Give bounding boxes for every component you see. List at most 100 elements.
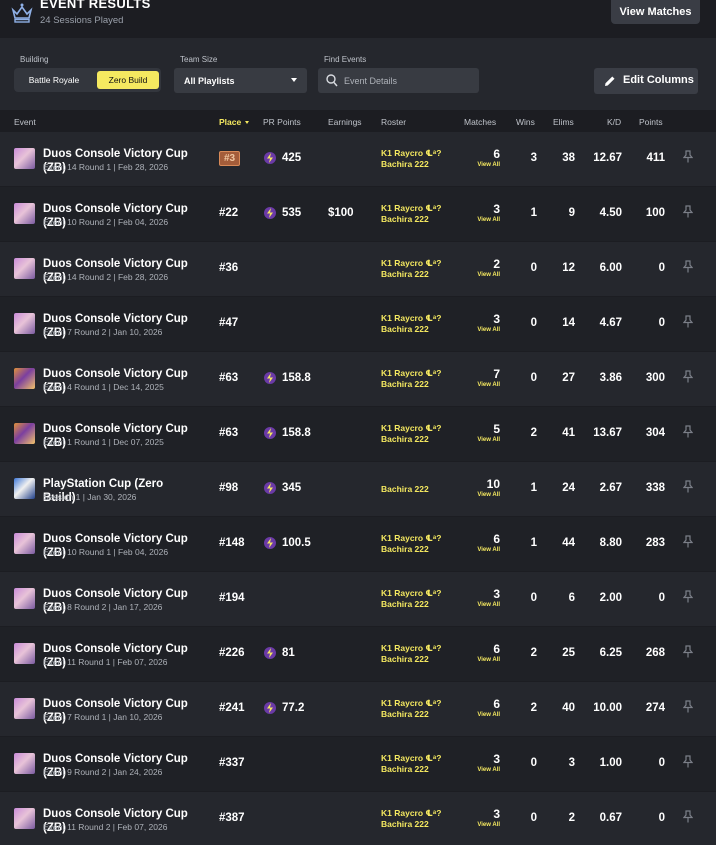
roster-player[interactable]: K1 Raycro ℄ᵃ? xyxy=(381,258,441,269)
col-elims[interactable]: Elims xyxy=(553,117,574,127)
view-all-link[interactable]: View All xyxy=(477,327,500,333)
pin-icon[interactable] xyxy=(683,315,693,328)
view-all-link[interactable]: View All xyxy=(477,492,500,498)
view-all-link[interactable]: View All xyxy=(477,162,500,168)
roster-player[interactable]: Bachira 222 xyxy=(381,654,441,665)
sort-desc-icon xyxy=(245,121,250,125)
roster-player[interactable]: K1 Raycro ℄ᵃ? xyxy=(381,423,441,434)
points-value: 0 xyxy=(658,812,665,824)
team-size-select[interactable]: All Playlists xyxy=(174,68,307,93)
kd-value: 6.00 xyxy=(599,262,622,274)
points-value: 300 xyxy=(645,372,665,384)
roster-player[interactable]: K1 Raycro ℄ᵃ? xyxy=(381,753,441,764)
kd-value: 1.00 xyxy=(599,757,622,769)
view-all-link[interactable]: View All xyxy=(477,822,500,828)
view-all-link[interactable]: View All xyxy=(477,547,500,553)
col-place[interactable]: Place xyxy=(219,117,250,127)
table-row[interactable]: Duos Console Victory Cup (ZB) Event 9 Rou… xyxy=(0,737,716,791)
view-all-link[interactable]: View All xyxy=(477,657,500,663)
search-icon xyxy=(326,74,338,87)
view-all-link[interactable]: View All xyxy=(477,217,500,223)
col-points[interactable]: Points xyxy=(639,117,663,127)
building-label: Building xyxy=(20,55,49,64)
table-row[interactable]: Duos Console Victory Cup (ZB) Event 10 Ro… xyxy=(0,187,716,241)
battle-royale-option[interactable]: Battle Royale xyxy=(18,71,90,89)
table-row[interactable]: Duos Console Victory Cup (ZB) Event 7 Rou… xyxy=(0,297,716,351)
table-row[interactable]: Duos Console Victory Cup (ZB) Event 11 Ro… xyxy=(0,792,716,845)
roster-player[interactable]: Bachira 222 xyxy=(381,599,441,610)
event-thumbnail xyxy=(14,643,35,664)
view-all-link[interactable]: View All xyxy=(477,712,500,718)
table-row[interactable]: Duos Console Victory Cup (ZB) Event 14 Ro… xyxy=(0,242,716,296)
pin-icon[interactable] xyxy=(683,645,693,658)
roster-player[interactable]: Bachira 222 xyxy=(381,764,441,775)
table-row[interactable]: Duos Console Victory Cup (ZB) Event 11 Ro… xyxy=(0,627,716,681)
roster-player[interactable]: K1 Raycro ℄ᵃ? xyxy=(381,533,441,544)
roster-player[interactable]: Bachira 222 xyxy=(381,434,441,445)
roster-player[interactable]: K1 Raycro ℄ᵃ? xyxy=(381,313,441,324)
roster-player[interactable]: K1 Raycro ℄ᵃ? xyxy=(381,808,441,819)
pin-icon[interactable] xyxy=(683,425,693,438)
col-event[interactable]: Event xyxy=(14,117,36,127)
table-row[interactable]: Duos Console Victory Cup (ZB) Event 7 Rou… xyxy=(0,682,716,736)
place-value: #63 xyxy=(219,372,239,384)
view-all-link[interactable]: View All xyxy=(477,602,500,608)
pin-icon[interactable] xyxy=(683,700,693,713)
view-matches-button[interactable]: View Matches xyxy=(611,0,700,24)
pin-icon[interactable] xyxy=(683,370,693,383)
col-earnings[interactable]: Earnings xyxy=(328,117,362,127)
table-row[interactable]: PlayStation Cup (Zero Build) Session 1 | … xyxy=(0,462,716,516)
event-thumbnail xyxy=(14,203,35,224)
view-all-link[interactable]: View All xyxy=(477,437,500,443)
roster-player[interactable]: K1 Raycro ℄ᵃ? xyxy=(381,588,441,599)
roster-player[interactable]: Bachira 222 xyxy=(381,324,441,335)
roster-player[interactable]: K1 Raycro ℄ᵃ? xyxy=(381,368,441,379)
pin-icon[interactable] xyxy=(683,480,693,493)
wins-value: 0 xyxy=(530,812,537,824)
col-kd[interactable]: K/D xyxy=(607,117,621,127)
col-pr-points[interactable]: PR Points xyxy=(263,117,301,127)
pin-icon[interactable] xyxy=(683,590,693,603)
edit-columns-button[interactable]: Edit Columns xyxy=(594,68,698,94)
view-all-link[interactable]: View All xyxy=(477,382,500,388)
pin-icon[interactable] xyxy=(683,535,693,548)
pin-icon[interactable] xyxy=(683,150,693,163)
col-roster[interactable]: Roster xyxy=(381,117,406,127)
roster-player[interactable]: K1 Raycro ℄ᵃ? xyxy=(381,148,441,159)
roster-player[interactable]: Bachira 222 xyxy=(381,214,441,225)
roster-player[interactable]: K1 Raycro ℄ᵃ? xyxy=(381,643,441,654)
roster-player[interactable]: Bachira 222 xyxy=(381,484,429,495)
elims-value: 3 xyxy=(568,757,575,769)
roster-player[interactable]: Bachira 222 xyxy=(381,709,441,720)
elims-value: 14 xyxy=(562,317,575,329)
table-row[interactable]: Duos Console Victory Cup (ZB) Event 14 Ro… xyxy=(0,132,716,186)
table-row[interactable]: Duos Console Victory Cup (ZB) Event 10 Ro… xyxy=(0,517,716,571)
col-wins[interactable]: Wins xyxy=(516,117,535,127)
pin-icon[interactable] xyxy=(683,205,693,218)
col-matches[interactable]: Matches xyxy=(464,117,496,127)
roster-list: K1 Raycro ℄ᵃ? Bachira 222 xyxy=(381,533,441,555)
matches-value: 3 xyxy=(493,202,500,216)
zero-build-option[interactable]: Zero Build xyxy=(97,71,159,89)
pin-icon[interactable] xyxy=(683,810,693,823)
view-all-link[interactable]: View All xyxy=(477,272,500,278)
wins-value: 1 xyxy=(530,207,537,219)
roster-player[interactable]: Bachira 222 xyxy=(381,159,441,170)
roster-player[interactable]: K1 Raycro ℄ᵃ? xyxy=(381,203,441,214)
roster-player[interactable]: K1 Raycro ℄ᵃ? xyxy=(381,698,441,709)
elims-value: 6 xyxy=(568,592,575,604)
kd-value: 4.67 xyxy=(599,317,622,329)
search-input[interactable] xyxy=(344,73,474,88)
table-row[interactable]: Duos Console Victory Cup (ZB) Event 4 Rou… xyxy=(0,352,716,406)
roster-player[interactable]: Bachira 222 xyxy=(381,819,441,830)
roster-player[interactable]: Bachira 222 xyxy=(381,379,441,390)
table-row[interactable]: Duos Console Victory Cup (ZB) Event 8 Rou… xyxy=(0,572,716,626)
roster-player[interactable]: Bachira 222 xyxy=(381,544,441,555)
table-row[interactable]: Duos Console Victory Cup (ZB) Event 1 Rou… xyxy=(0,407,716,461)
roster-player[interactable]: Bachira 222 xyxy=(381,269,441,280)
pr-points-value: 158.8 xyxy=(282,372,311,384)
view-all-link[interactable]: View All xyxy=(477,767,500,773)
pin-icon[interactable] xyxy=(683,260,693,273)
event-thumbnail xyxy=(14,533,35,554)
pin-icon[interactable] xyxy=(683,755,693,768)
